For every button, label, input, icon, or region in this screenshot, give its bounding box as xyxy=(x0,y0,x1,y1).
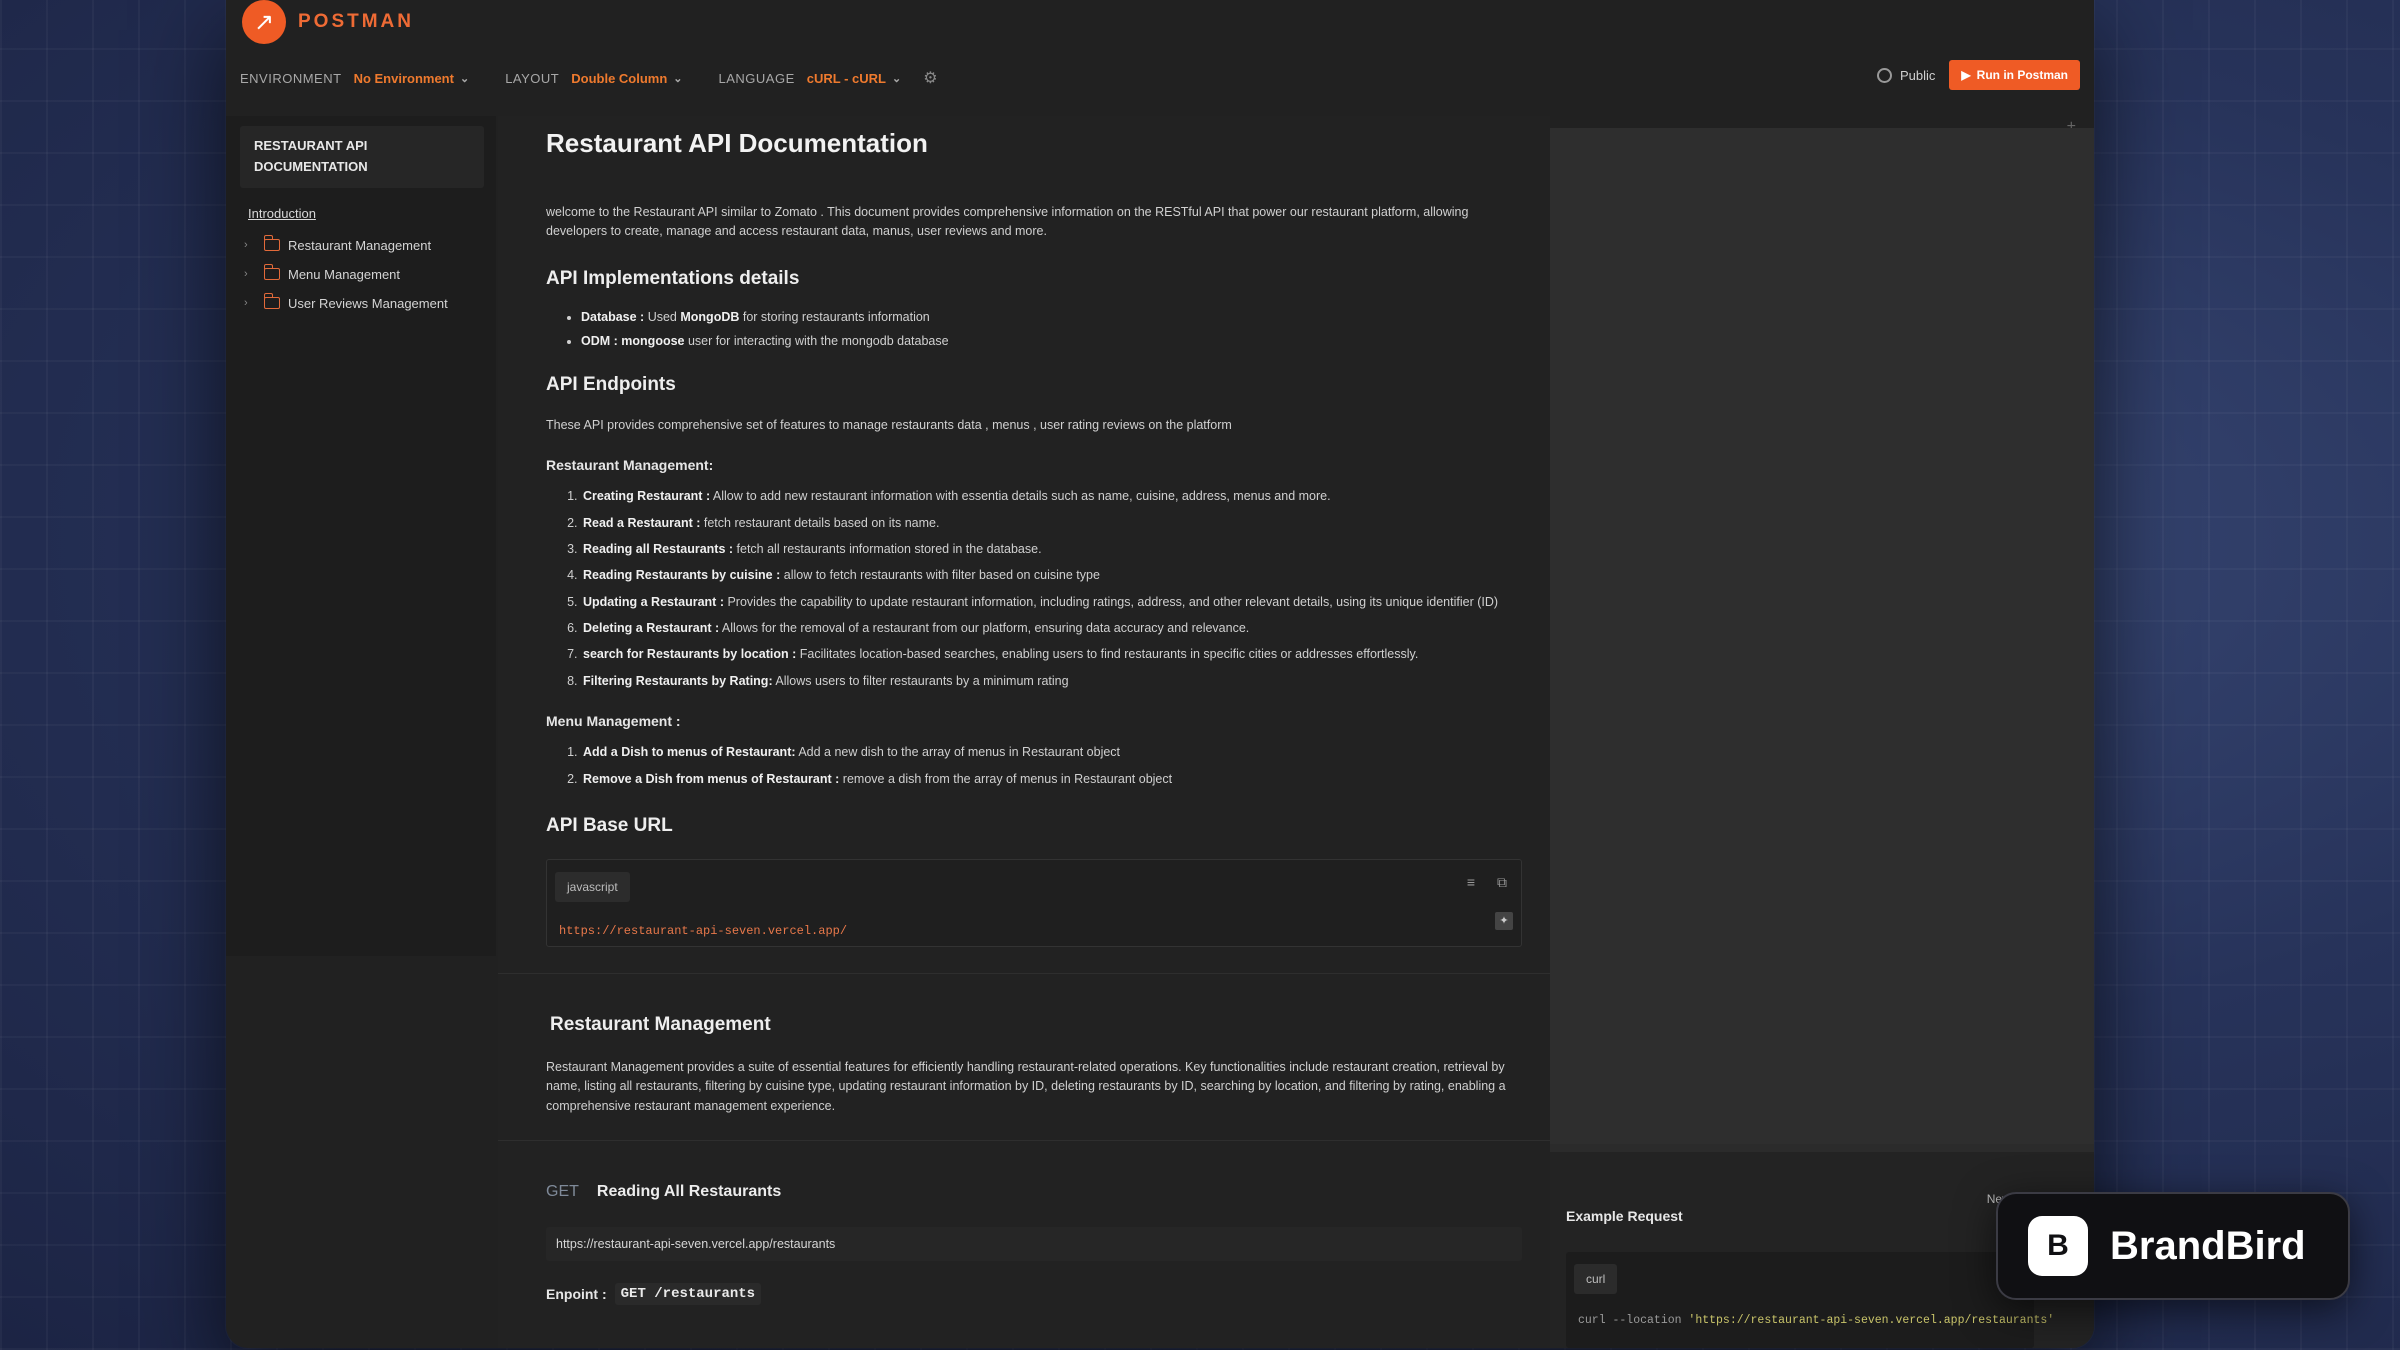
sidebar-item-restaurant-management[interactable]: › Restaurant Management xyxy=(238,231,484,260)
environment-select[interactable]: No Environment ⌄ xyxy=(354,71,470,86)
chevron-down-icon: ⌄ xyxy=(673,72,683,85)
doc-toolbar: ENVIRONMENT No Environment ⌄ LAYOUT Doub… xyxy=(240,68,938,88)
folder-icon xyxy=(263,264,280,281)
divider xyxy=(498,972,1550,974)
request-name: Reading All Restaurants xyxy=(596,1183,782,1200)
section-description: Restaurant Management provides a suite o… xyxy=(546,1059,1506,1113)
play-icon: ▶ xyxy=(1961,68,1971,82)
public-label: Public xyxy=(1900,67,1936,83)
layout-label: LAYOUT xyxy=(505,70,560,86)
language-select[interactable]: cURL - cURL ⌄ xyxy=(807,71,901,86)
environment-value: No Environment xyxy=(353,70,454,86)
brandbird-label: BrandBird xyxy=(2110,1223,2306,1268)
right-column: Example Request New Request ⌄ curl curl … xyxy=(1550,128,2094,1348)
request-url[interactable]: https://restaurant-api-seven.vercel.app/… xyxy=(546,1227,1522,1261)
restaurant-management-heading: Restaurant Management: xyxy=(546,457,714,474)
list-item: Creating Restaurant : Allow to add new r… xyxy=(581,487,1522,506)
example-code-tab[interactable]: curl xyxy=(1574,1264,1618,1294)
endpoint-line: Enpoint : GET /restaurants xyxy=(546,1283,1522,1305)
header-actions: Public ▶ Run in Postman xyxy=(1877,60,2080,90)
header: ↗ POSTMAN ENVIRONMENT No Environment ⌄ L… xyxy=(226,0,2094,120)
run-button-label: Run in Postman xyxy=(1976,68,2068,82)
http-method: GET xyxy=(546,1183,579,1200)
example-code-line[interactable]: curl --location 'https://restaurant-api-… xyxy=(1578,1314,2054,1327)
language-label: LANGUAGE xyxy=(718,70,795,86)
list-item: Add a Dish to menus of Restaurant: Add a… xyxy=(581,743,1522,762)
folder-icon xyxy=(263,235,280,252)
browser-window: ↗ POSTMAN ENVIRONMENT No Environment ⌄ L… xyxy=(226,0,2094,1348)
code-actions: ≡ ⧉ xyxy=(1467,874,1507,891)
divider xyxy=(498,1140,1550,1141)
sidebar-item-label: Menu Management xyxy=(288,266,401,282)
gear-icon[interactable]: ⚙ xyxy=(923,68,937,88)
section-title: Restaurant Management xyxy=(550,1013,771,1035)
endpoint-code: GET /restaurants xyxy=(614,1283,762,1305)
magic-wand-icon[interactable]: ✦ xyxy=(1495,911,1513,930)
brand-name: POSTMAN xyxy=(298,11,414,32)
example-request-title: Example Request xyxy=(1566,1208,1683,1224)
list-item: search for Restaurants by location : Fac… xyxy=(581,645,1522,664)
menu-management-list: Add a Dish to menus of Restaurant: Add a… xyxy=(546,743,1522,789)
endpoints-heading: API Endpoints xyxy=(546,373,676,395)
sidebar-item-user-reviews-management[interactable]: › User Reviews Management xyxy=(238,289,484,318)
chevron-right-icon: › xyxy=(244,239,248,252)
chevron-down-icon: ⌄ xyxy=(459,72,470,85)
list-item: Remove a Dish from menus of Restaurant :… xyxy=(581,770,1522,789)
layout-value: Double Column xyxy=(571,70,668,86)
list-item: Reading all Restaurants : fetch all rest… xyxy=(581,540,1522,559)
copy-icon[interactable]: ⧉ xyxy=(1497,874,1507,891)
base-url-heading: API Base URL xyxy=(546,814,673,836)
menu-management-heading: Menu Management : xyxy=(546,713,681,730)
sidebar-item-label: Restaurant Management xyxy=(288,237,432,253)
base-url-code-block: javascript ≡ ⧉ ✦ https://restaurant-api-… xyxy=(546,858,1522,947)
chevron-right-icon: › xyxy=(244,297,248,310)
sidebar-collection-title[interactable]: RESTAURANT API DOCUMENTATION xyxy=(240,126,484,188)
visibility-indicator: Public xyxy=(1877,67,1936,83)
layout-select[interactable]: Double Column ⌄ xyxy=(571,71,682,86)
list-item: Deleting a Restaurant : Allows for the r… xyxy=(581,619,1522,638)
code-language-tab[interactable]: javascript xyxy=(555,871,630,902)
language-value: cURL - cURL xyxy=(806,70,886,86)
endpoints-intro: These API provides comprehensive set of … xyxy=(546,417,1232,432)
right-column-empty xyxy=(1550,128,2094,1144)
impl-heading: API Implementations details xyxy=(546,267,800,289)
list-item: Database : Used MongoDB for storing rest… xyxy=(581,310,1522,324)
documentation-content: Restaurant API Documentation welcome to … xyxy=(498,116,1550,1348)
environment-label: ENVIRONMENT xyxy=(240,70,342,86)
endpoint-label: Enpoint : xyxy=(546,1286,607,1302)
run-in-postman-button[interactable]: ▶ Run in Postman xyxy=(1949,60,2080,90)
page-title: Restaurant API Documentation xyxy=(546,128,928,158)
wrap-lines-icon[interactable]: ≡ xyxy=(1467,874,1475,891)
sidebar-item-menu-management[interactable]: › Menu Management xyxy=(238,260,484,289)
list-item: Reading Restaurants by cuisine : allow t… xyxy=(581,566,1522,585)
list-item: Updating a Restaurant : Provides the cap… xyxy=(581,593,1522,612)
list-item: Read a Restaurant : fetch restaurant det… xyxy=(581,514,1522,533)
brandbird-badge: B BrandBird xyxy=(1996,1192,2350,1300)
list-item: ODM : mongoose user for interacting with… xyxy=(581,334,1522,348)
chevron-down-icon: ⌄ xyxy=(891,72,902,85)
sidebar-item-label: User Reviews Management xyxy=(288,295,448,311)
base-url-text[interactable]: https://restaurant-api-seven.vercel.app/ xyxy=(559,924,847,938)
folder-icon xyxy=(263,293,280,310)
impl-list: Database : Used MongoDB for storing rest… xyxy=(546,310,1522,348)
sidebar: RESTAURANT API DOCUMENTATION Introductio… xyxy=(226,116,496,956)
globe-icon xyxy=(1877,67,1892,83)
request-header[interactable]: GET Reading All Restaurants xyxy=(546,1183,1522,1201)
sidebar-item-introduction[interactable]: Introduction xyxy=(248,206,484,221)
intro-paragraph: welcome to the Restaurant API similar to… xyxy=(546,205,1469,239)
example-code-block: curl curl --location 'https://restaurant… xyxy=(1566,1252,2054,1348)
brandbird-logo-icon: B xyxy=(2028,1216,2088,1276)
postman-logo[interactable]: ↗ POSTMAN xyxy=(242,0,414,44)
list-item: Filtering Restaurants by Rating: Allows … xyxy=(581,672,1522,691)
postman-rocket-icon: ↗ xyxy=(242,0,286,44)
chevron-right-icon: › xyxy=(244,268,248,281)
restaurant-management-list: Creating Restaurant : Allow to add new r… xyxy=(546,487,1522,691)
